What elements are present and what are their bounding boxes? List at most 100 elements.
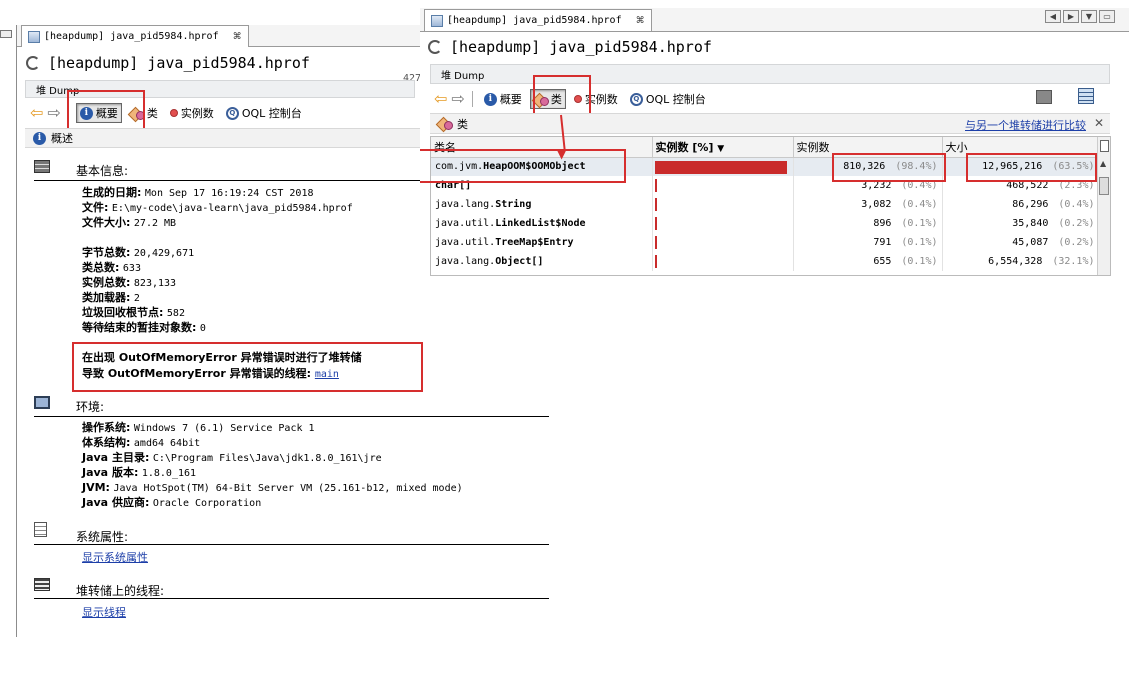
oql-console-button[interactable]: Q OQL 控制台 [626, 89, 710, 109]
java-vendor-row: Java 供应商: Oracle Corporation [82, 496, 262, 509]
instances-button[interactable]: 实例数 [166, 103, 218, 123]
file-row: 文件: E:\my-code\java-learn\java_pid5984.h… [82, 201, 353, 214]
back-arrow-icon[interactable]: ⇦ [30, 105, 43, 121]
table-header-row: 类名 实例数 [%] ▼ 实例数 大小 [431, 137, 1100, 158]
table-row[interactable]: java.lang.String 3,082 (0.4%) 86,296 (0.4%) [431, 195, 1100, 214]
instances-bar [654, 160, 787, 174]
instance-dot-icon [169, 109, 178, 117]
col-header-instances[interactable]: 实例数 [793, 137, 943, 158]
overview-label: 概述 [51, 132, 73, 145]
vertical-scrollbar[interactable]: ▲ [1097, 137, 1110, 275]
table-row[interactable]: java.util.LinkedList$Node 896 (0.1%) 35,840… [431, 214, 1100, 233]
summary-button[interactable]: i 概要 [75, 103, 122, 123]
right-title-row: [heapdump] java_pid5984.hprof [428, 38, 712, 56]
system-properties-heading: 系统属性: [34, 522, 549, 544]
oom-thread-link[interactable]: main [315, 369, 339, 380]
table-row[interactable]: char[] 3,232 (0.4%) 468,522 (2.3%) [431, 176, 1100, 195]
instances-bar [654, 217, 657, 230]
scroll-left-icon[interactable]: ◀ [1045, 10, 1061, 23]
close-tab-icon[interactable]: ⌘ [636, 16, 645, 26]
classes-button[interactable]: 类 [529, 89, 566, 109]
left-toolbar: ⇦ ⇨ i 概要 类 实例数 Q OQL 控制台 [30, 103, 306, 123]
size-cell: 86,296 (0.4%) [942, 195, 1100, 214]
show-threads-link[interactable]: 显示线程 [82, 605, 126, 620]
classes-table-area: 类名 实例数 [%] ▼ 实例数 大小 com.jvm.HeapOOM$OOMO… [430, 136, 1111, 276]
info-icon: i [79, 106, 93, 120]
col-header-class-name[interactable]: 类名 [431, 137, 653, 158]
instance-count-cell: 655 (0.1%) [793, 252, 943, 271]
class-name-cell: java.util.TreeMap$Entry [431, 233, 653, 252]
page-title: [heapdump] java_pid5984.hprof [450, 38, 712, 56]
maximize-icon[interactable]: ▭ [1099, 10, 1115, 23]
database-icon [34, 160, 50, 173]
scroll-up-icon[interactable]: ▲ [1100, 159, 1106, 168]
monitor-icon [34, 396, 50, 409]
close-tab-icon[interactable]: ⌘ [233, 32, 242, 42]
java-home-row: Java 主目录: C:\Program Files\Java\jdk1.8.0… [82, 451, 382, 464]
instances-bar [654, 236, 657, 249]
left-doc-tab[interactable]: [heapdump] java_pid5984.hprof ⌘ [21, 25, 249, 47]
table-row[interactable]: com.jvm.HeapOOM$OOMObject 810,326 (98.4%) 1… [431, 157, 1100, 176]
total-instances-row: 实例总数: 823,133 [82, 276, 177, 289]
forward-arrow-icon[interactable]: ⇨ [47, 105, 60, 121]
class-name-cell: java.lang.String [431, 195, 653, 214]
thread-list-icon [34, 578, 50, 591]
table-row[interactable]: java.lang.Object[] 655 (0.1%) 6,554,328 (32.… [431, 252, 1100, 271]
window-controls: ◀ ▶ ▼ ▭ [1045, 10, 1115, 23]
instances-bar [654, 198, 657, 211]
instance-count-cell: 3,232 (0.4%) [793, 176, 943, 195]
col-header-instances-pct[interactable]: 实例数 [%] ▼ [652, 137, 794, 158]
instances-bar-cell [652, 233, 794, 252]
classes-button[interactable]: 类 [126, 103, 162, 123]
minimize-icon[interactable] [0, 30, 12, 38]
instances-button[interactable]: 实例数 [570, 89, 622, 109]
dump-label: 堆 Dump [441, 70, 485, 82]
divider [34, 416, 549, 417]
divider [34, 598, 549, 599]
loading-spinner-icon [428, 40, 442, 54]
forward-arrow-icon[interactable]: ⇨ [451, 91, 464, 107]
instances-bar-cell [652, 195, 794, 214]
classes-label: 类 [146, 107, 158, 120]
scroll-right-icon[interactable]: ▶ [1063, 10, 1079, 23]
classes-icon [534, 93, 549, 106]
right-tab-strip: [heapdump] java_pid5984.hprof ⌘ [420, 8, 1129, 32]
class-name-cell: char[] [431, 176, 653, 195]
summary-button[interactable]: i 概要 [480, 89, 526, 109]
instances-bar [654, 179, 657, 192]
classloaders-row: 类加载器: 2 [82, 291, 140, 304]
page-title: [heapdump] java_pid5984.hprof [48, 54, 310, 72]
os-row: 操作系统: Windows 7 (6.1) Service Pack 1 [82, 421, 315, 434]
close-section-icon[interactable]: ✕ [1094, 116, 1104, 130]
oql-console-button[interactable]: Q OQL 控制台 [222, 103, 306, 123]
instances-bar-cell [652, 176, 794, 195]
size-cell: 45,087 (0.2%) [942, 233, 1100, 252]
info-icon: i [483, 92, 497, 106]
tab-list-icon[interactable]: ▼ [1081, 10, 1097, 23]
instance-count-cell: 3,082 (0.4%) [793, 195, 943, 214]
instance-count-cell: 791 (0.1%) [793, 233, 943, 252]
oom-line-1: 在出现 OutOfMemoryError 异常错误时进行了堆转储 [82, 351, 362, 364]
toolbar-separator [471, 91, 473, 107]
oql-label: OQL 控制台 [241, 107, 302, 120]
col-header-size[interactable]: 大小 [942, 137, 1100, 158]
instances-label: 实例数 [180, 107, 214, 120]
divider [34, 544, 549, 545]
system-properties-title: 系统属性: [76, 530, 129, 544]
file-size-row: 文件大小: 27.2 MB [82, 216, 177, 229]
settings-icon[interactable] [1078, 88, 1094, 104]
show-system-properties-link[interactable]: 显示系统属性 [82, 550, 148, 565]
instance-count-cell: 810,326 (98.4%) [793, 157, 943, 176]
right-toolbar: ⇦ ⇨ i 概要 类 实例数 Q OQL 控制台 [434, 89, 710, 109]
threads-heading: 堆转储上的线程: [34, 578, 549, 598]
scroll-thumb[interactable] [1099, 177, 1109, 195]
export-icon[interactable] [1036, 90, 1052, 104]
back-arrow-icon[interactable]: ⇦ [434, 91, 447, 107]
column-chooser-icon[interactable] [1100, 140, 1109, 152]
right-doc-tab[interactable]: [heapdump] java_pid5984.hprof ⌘ [424, 9, 652, 31]
environment-heading: 环境: [34, 396, 549, 416]
compare-heapdump-link[interactable]: 与另一个堆转储进行比较 [965, 117, 1086, 133]
toolbar-separator [67, 105, 69, 121]
instances-bar-cell [652, 214, 794, 233]
table-row[interactable]: java.util.TreeMap$Entry 791 (0.1%) 45,087 (0… [431, 233, 1100, 252]
